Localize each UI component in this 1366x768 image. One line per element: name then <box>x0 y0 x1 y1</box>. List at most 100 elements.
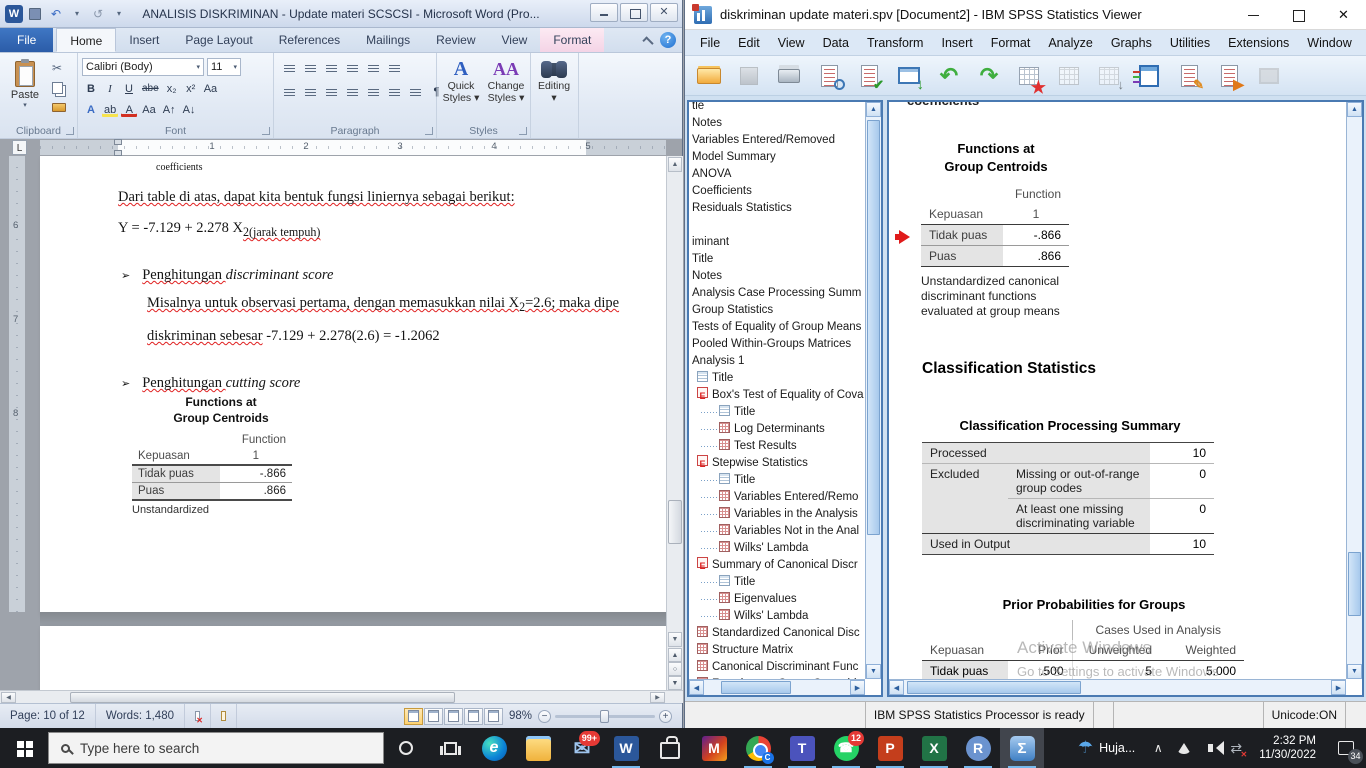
text-effects-button[interactable]: A <box>82 101 100 118</box>
menu-item[interactable]: File <box>691 36 729 50</box>
outline-item[interactable]: Stepwise Statistics <box>689 455 881 472</box>
font-name-select[interactable]: Calibri (Body)▾ <box>82 58 204 76</box>
menu-item[interactable]: Data <box>814 36 858 50</box>
clear-formatting-button[interactable]: Aa <box>201 80 220 97</box>
chrome-icon[interactable] <box>736 728 780 768</box>
goto-variable-icon[interactable] <box>1051 60 1087 92</box>
scrollbar-thumb[interactable] <box>867 120 880 535</box>
select-last-output-icon[interactable]: ↓ <box>891 60 927 92</box>
outline-item[interactable]: Variables Entered/Remo <box>689 489 881 506</box>
strikethrough-button[interactable]: abe <box>139 80 162 97</box>
scrollbar-thumb[interactable] <box>721 681 791 694</box>
draft-view-icon[interactable] <box>484 708 503 725</box>
clock[interactable]: 2:32 PM 11/30/2022 <box>1249 734 1326 762</box>
shrink-font-button[interactable]: A↓ <box>180 101 199 118</box>
clipboard-dialog-launcher-icon[interactable] <box>66 127 74 135</box>
outline-item[interactable]: Title <box>689 251 881 268</box>
save-quick-icon[interactable] <box>26 5 44 23</box>
outline-item[interactable]: Pooled Within-Groups Matrices <box>689 336 881 353</box>
paragraph-dialog-launcher-icon[interactable] <box>425 127 433 135</box>
scroll-left-icon[interactable]: ◀ <box>889 680 904 695</box>
outline-item[interactable]: ANOVA <box>689 166 881 183</box>
quick-styles-button[interactable]: A Quick Styles ▾ <box>439 57 483 123</box>
excel-icon[interactable]: X <box>912 728 956 768</box>
outline-vertical-scrollbar[interactable]: ▲ ▼ <box>865 102 881 679</box>
zoom-level[interactable]: 98% <box>509 710 532 722</box>
outline-item[interactable]: Log Determinants <box>689 421 881 438</box>
highlight-button[interactable]: ab <box>101 101 119 118</box>
sync-error-icon[interactable]: ⇄ <box>1223 728 1249 768</box>
scrollbar-thumb[interactable] <box>70 692 455 703</box>
outline-item[interactable]: Analysis Case Processing Summ <box>689 285 881 302</box>
run-script-icon[interactable]: ▶ <box>1211 60 1247 92</box>
file-explorer-icon[interactable] <box>516 728 560 768</box>
output-horizontal-scrollbar[interactable]: ◀ ▶ <box>889 679 1346 695</box>
outline-item[interactable] <box>689 217 881 234</box>
ribbon-tab[interactable]: Review <box>423 28 488 52</box>
outline-horizontal-scrollbar[interactable]: ◀ ▶ <box>689 679 865 695</box>
edit-output-icon[interactable]: ✎ <box>1171 60 1207 92</box>
zoom-in-icon[interactable]: + <box>659 710 672 723</box>
prior-probabilities-table[interactable]: Cases Used in Analysis KepuasanPriorUnwe… <box>922 620 1244 681</box>
outline-item[interactable]: Model Summary <box>689 149 881 166</box>
weather-widget[interactable]: ☂ Huja... <box>1068 728 1145 768</box>
ribbon-tab[interactable]: References <box>266 28 353 52</box>
outline-item[interactable]: Wilks' Lambda <box>689 540 881 557</box>
menu-item[interactable]: Format <box>982 36 1040 50</box>
scroll-left-icon[interactable]: ◀ <box>1 692 16 703</box>
mail-icon[interactable]: ✉99+ <box>560 728 604 768</box>
hidden-icons-chevron[interactable]: ∧ <box>1145 728 1171 768</box>
start-button[interactable] <box>0 728 48 768</box>
outline-item[interactable]: Coefficients <box>689 183 881 200</box>
horizontal-scrollbar[interactable]: ◀ ▶ <box>0 690 683 703</box>
outline-item[interactable]: Variables Not in the Anal <box>689 523 881 540</box>
align-left-icon[interactable] <box>280 83 299 100</box>
indent-marker[interactable] <box>114 139 122 145</box>
outline-item[interactable]: Box's Test of Equality of Cova <box>689 387 881 404</box>
paste-dropdown-icon[interactable]: ▾ <box>5 101 45 109</box>
shading-icon[interactable] <box>385 83 404 100</box>
line-spacing-icon[interactable] <box>364 83 383 100</box>
full-screen-reading-view-icon[interactable] <box>424 708 443 725</box>
paste-button[interactable]: Paste ▾ <box>4 57 46 121</box>
scroll-up-icon[interactable]: ▲ <box>668 157 682 172</box>
outline-item[interactable]: Group Statistics <box>689 302 881 319</box>
redo-icon[interactable]: ↷ <box>971 60 1007 92</box>
outline-item[interactable]: Canonical Discriminant Func <box>689 659 881 676</box>
minimize-button[interactable] <box>1231 0 1276 30</box>
font-size-select[interactable]: 11▾ <box>207 58 241 76</box>
repeat-icon[interactable]: ↺ <box>89 5 107 23</box>
outline-view-icon[interactable] <box>464 708 483 725</box>
print-preview-icon[interactable] <box>811 60 847 92</box>
close-button[interactable] <box>1321 0 1366 30</box>
vertical-scrollbar[interactable]: ▲ ▼ ▲ ○ ▼ <box>666 156 683 690</box>
menu-item[interactable]: Analyze <box>1039 36 1101 50</box>
variables-icon[interactable] <box>1131 60 1167 92</box>
bullets-icon[interactable] <box>280 59 299 76</box>
scroll-up-icon[interactable]: ▲ <box>866 102 881 117</box>
volume-icon[interactable] <box>1197 728 1223 768</box>
outline-item[interactable]: Title <box>689 404 881 421</box>
collapse-ribbon-icon[interactable] <box>642 36 653 47</box>
matlab-icon[interactable]: M <box>692 728 736 768</box>
open-icon[interactable] <box>691 60 727 92</box>
multilevel-list-icon[interactable] <box>322 59 341 76</box>
macro-recording-status[interactable] <box>211 704 237 728</box>
increase-indent-icon[interactable] <box>364 59 383 76</box>
document-page[interactable]: coefficients Dari table di atas, dapat k… <box>40 156 666 612</box>
scrollbar-thumb[interactable] <box>907 681 1081 694</box>
proofing-status[interactable] <box>185 704 211 728</box>
output-vertical-scrollbar[interactable]: ▲ ▼ <box>1346 102 1362 679</box>
outline-item[interactable]: Summary of Canonical Discr <box>689 557 881 574</box>
wifi-icon[interactable] <box>1171 728 1197 768</box>
outline-item[interactable]: Wilks' Lambda <box>689 608 881 625</box>
undo-dropdown-icon[interactable]: ▾ <box>68 5 86 23</box>
zoom-slider-thumb[interactable] <box>600 710 609 723</box>
tab-selector[interactable]: L <box>12 140 27 155</box>
styles-dialog-launcher-icon[interactable] <box>519 127 527 135</box>
sort-icon[interactable] <box>385 59 404 76</box>
taskbar-search[interactable]: Type here to search <box>48 732 384 764</box>
export-icon[interactable]: ✔ <box>851 60 887 92</box>
outline-item[interactable]: iminant <box>689 234 881 251</box>
copy-icon[interactable] <box>52 80 72 95</box>
